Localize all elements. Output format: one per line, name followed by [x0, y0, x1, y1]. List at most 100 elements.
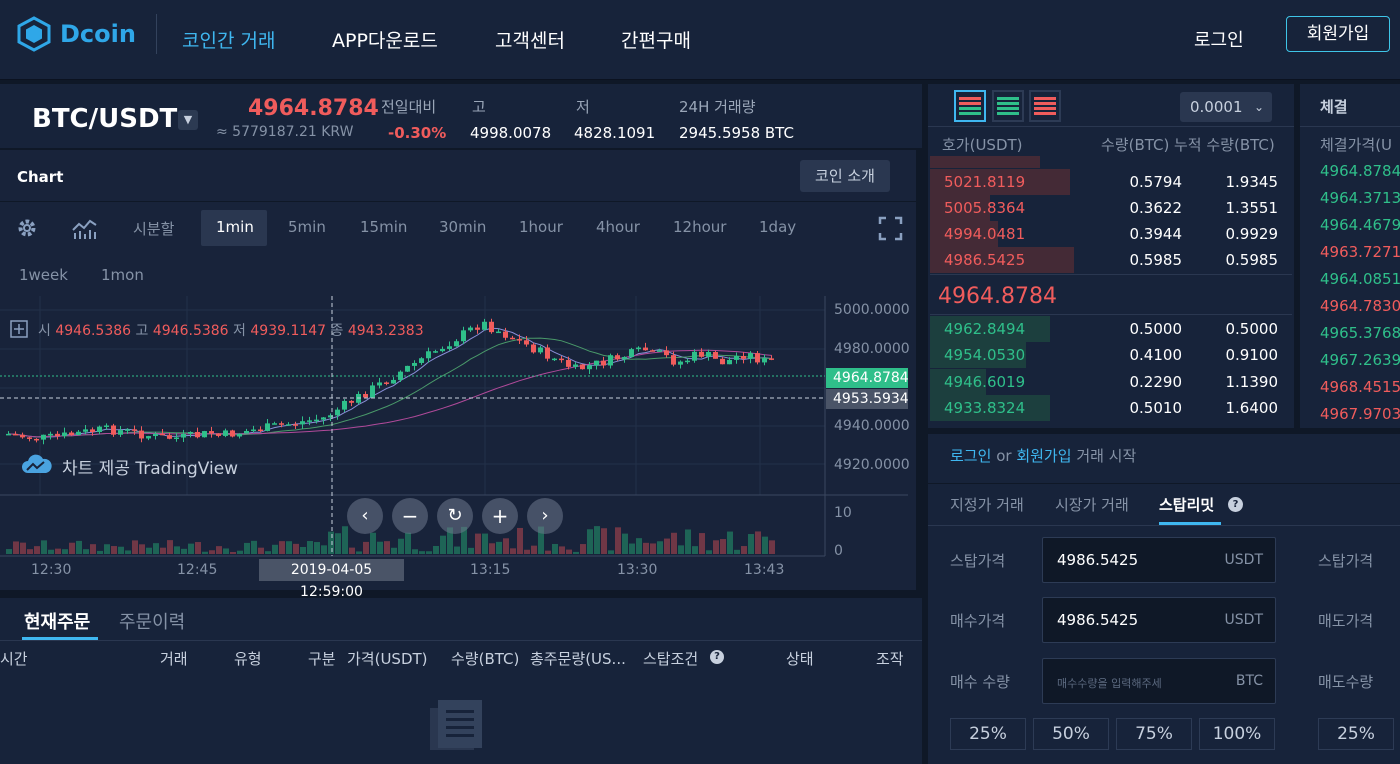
chart-title: Chart [17, 168, 64, 186]
ob-ask-row[interactable]: 5005.8364 0.3622 1.3551 [930, 195, 1292, 221]
candle-body [734, 356, 739, 360]
tf-1week[interactable]: 1week [19, 266, 68, 284]
volume-bar [741, 546, 747, 554]
indicator-chart-icon[interactable] [72, 218, 98, 240]
tf-1mon[interactable]: 1mon [101, 266, 144, 284]
login-link[interactable]: 로그인 [1194, 26, 1244, 52]
col-header: 유형 [234, 650, 262, 668]
volume-bar [643, 542, 649, 554]
ask-qty: 0.5985 [1129, 251, 1183, 269]
ob-ask-row[interactable]: 4994.0481 0.3944 0.9929 [930, 221, 1292, 247]
candle-body [153, 433, 158, 437]
chevron-down-icon[interactable]: ▼ [178, 110, 198, 130]
ob-bid-row[interactable]: 4954.0530 0.4100 0.9100 [930, 342, 1292, 368]
orderbook-bids-icon[interactable] [992, 90, 1024, 122]
tf-12hour[interactable]: 12hour [673, 218, 726, 236]
candle-body [678, 361, 683, 365]
price-tick: 4940.0000 [834, 418, 910, 434]
help-icon[interactable]: ? [710, 650, 724, 664]
tf-1min[interactable]: 1min [216, 218, 254, 236]
buy-price-input[interactable]: 4986.5425 USDT [1042, 597, 1276, 643]
volume-bar [244, 542, 250, 554]
tf-1hour[interactable]: 1hour [519, 218, 563, 236]
unit-usdt: USDT [1224, 612, 1263, 628]
volume-bar [419, 551, 425, 554]
form-signup-link[interactable]: 회원가입 [1016, 447, 1071, 465]
volume-bar [727, 531, 733, 554]
tab-stop-limit[interactable]: 스탑리밋 [1159, 494, 1214, 515]
orderbook-both-icon[interactable] [954, 90, 986, 122]
orderbook-asks-icon[interactable] [1029, 90, 1061, 122]
logo-text[interactable]: Dcoin [60, 20, 136, 48]
candle-body [405, 365, 410, 372]
tab-order-history[interactable]: 주문이력 [119, 608, 185, 634]
candle-body [265, 423, 270, 431]
volume-bar [636, 538, 642, 554]
col-header: 스탑조건 [643, 650, 699, 668]
coin-intro-button[interactable]: 코인 소개 [800, 160, 890, 192]
nav-coin-trade[interactable]: 코인간 거래 [182, 26, 275, 53]
tab-current-orders[interactable]: 현재주문 [24, 608, 90, 634]
pct-25-button[interactable]: 25% [950, 718, 1026, 750]
scroll-right-icon[interactable]: › [527, 498, 563, 534]
candle-body [433, 351, 438, 353]
stop-price-input[interactable]: 4986.5425 USDT [1042, 537, 1276, 583]
tab-market-order[interactable]: 시장가 거래 [1055, 494, 1129, 515]
volume-bar [433, 545, 439, 554]
candle-body [636, 347, 641, 350]
pct-50-button[interactable]: 50% [1033, 718, 1109, 750]
volume-bar [580, 544, 586, 554]
pct-75-button[interactable]: 75% [1116, 718, 1192, 750]
nav-customer-center[interactable]: 고객센터 [495, 26, 565, 53]
volume-bar [209, 550, 215, 554]
tf-30min[interactable]: 30min [439, 218, 486, 236]
reset-icon[interactable]: ↻ [437, 498, 473, 534]
tf-1day[interactable]: 1day [759, 218, 796, 236]
sell-pct-25-button[interactable]: 25% [1318, 718, 1394, 750]
precision-select[interactable]: 0.0001 ⌄ [1180, 92, 1272, 122]
tab-limit-order[interactable]: 지정가 거래 [950, 494, 1024, 515]
tf-5min[interactable]: 5min [288, 218, 326, 236]
candle-body [62, 432, 67, 437]
volume-bar [699, 533, 705, 554]
form-divider [928, 525, 1400, 526]
form-login-link[interactable]: 로그인 [950, 447, 991, 465]
tradingview-cloud-icon [22, 454, 52, 473]
scroll-left-icon[interactable]: ‹ [347, 498, 383, 534]
ob-bid-row[interactable]: 4946.6019 0.2290 1.1390 [930, 369, 1292, 395]
volume-bar [62, 549, 68, 554]
expand-plus-icon[interactable] [10, 320, 28, 338]
zoom-in-icon[interactable]: + [482, 498, 518, 534]
help-icon[interactable]: ? [1228, 497, 1243, 512]
zoom-out-icon[interactable]: − [392, 498, 428, 534]
candle-body [244, 430, 249, 434]
stop-price-value: 4986.5425 [1057, 551, 1139, 569]
pct-100-button[interactable]: 100% [1199, 718, 1275, 750]
volume-bar [118, 546, 124, 554]
price-chart[interactable] [0, 296, 916, 590]
pair-title[interactable]: BTC/USDT [32, 104, 177, 134]
fullscreen-icon[interactable] [878, 216, 903, 241]
tf-4hour[interactable]: 4hour [596, 218, 640, 236]
ob-bid-row[interactable]: 4962.8494 0.5000 0.5000 [930, 316, 1292, 342]
candle-body [202, 431, 207, 438]
signup-button[interactable]: 회원가입 [1286, 16, 1390, 52]
candle-body [41, 434, 46, 440]
volume-value: 2945.5958 BTC [679, 124, 794, 142]
gear-icon[interactable] [16, 217, 38, 239]
dcoin-logo-icon[interactable] [16, 16, 52, 52]
candle-body [755, 353, 760, 363]
volume-bar [671, 532, 677, 554]
tf-15min[interactable]: 15min [360, 218, 407, 236]
volume-bar [713, 540, 719, 554]
tf-tick[interactable]: 시분할 [133, 218, 174, 239]
ob-bid-row[interactable]: 4933.8324 0.5010 1.6400 [930, 395, 1292, 421]
nav-app-download[interactable]: APP다운로드 [332, 26, 438, 53]
ob-ask-row[interactable]: 4986.5425 0.5985 0.5985 [930, 247, 1292, 273]
ob-ask-row[interactable]: 5021.8119 0.5794 1.9345 [930, 169, 1292, 195]
nav-quick-buy[interactable]: 간편구매 [621, 26, 691, 53]
candle-body [440, 348, 445, 352]
start-trading-text: 거래 시작 [1076, 447, 1137, 465]
candle-body [545, 347, 550, 359]
buy-qty-input[interactable]: 매수수량을 입력해주세 BTC [1042, 658, 1276, 704]
